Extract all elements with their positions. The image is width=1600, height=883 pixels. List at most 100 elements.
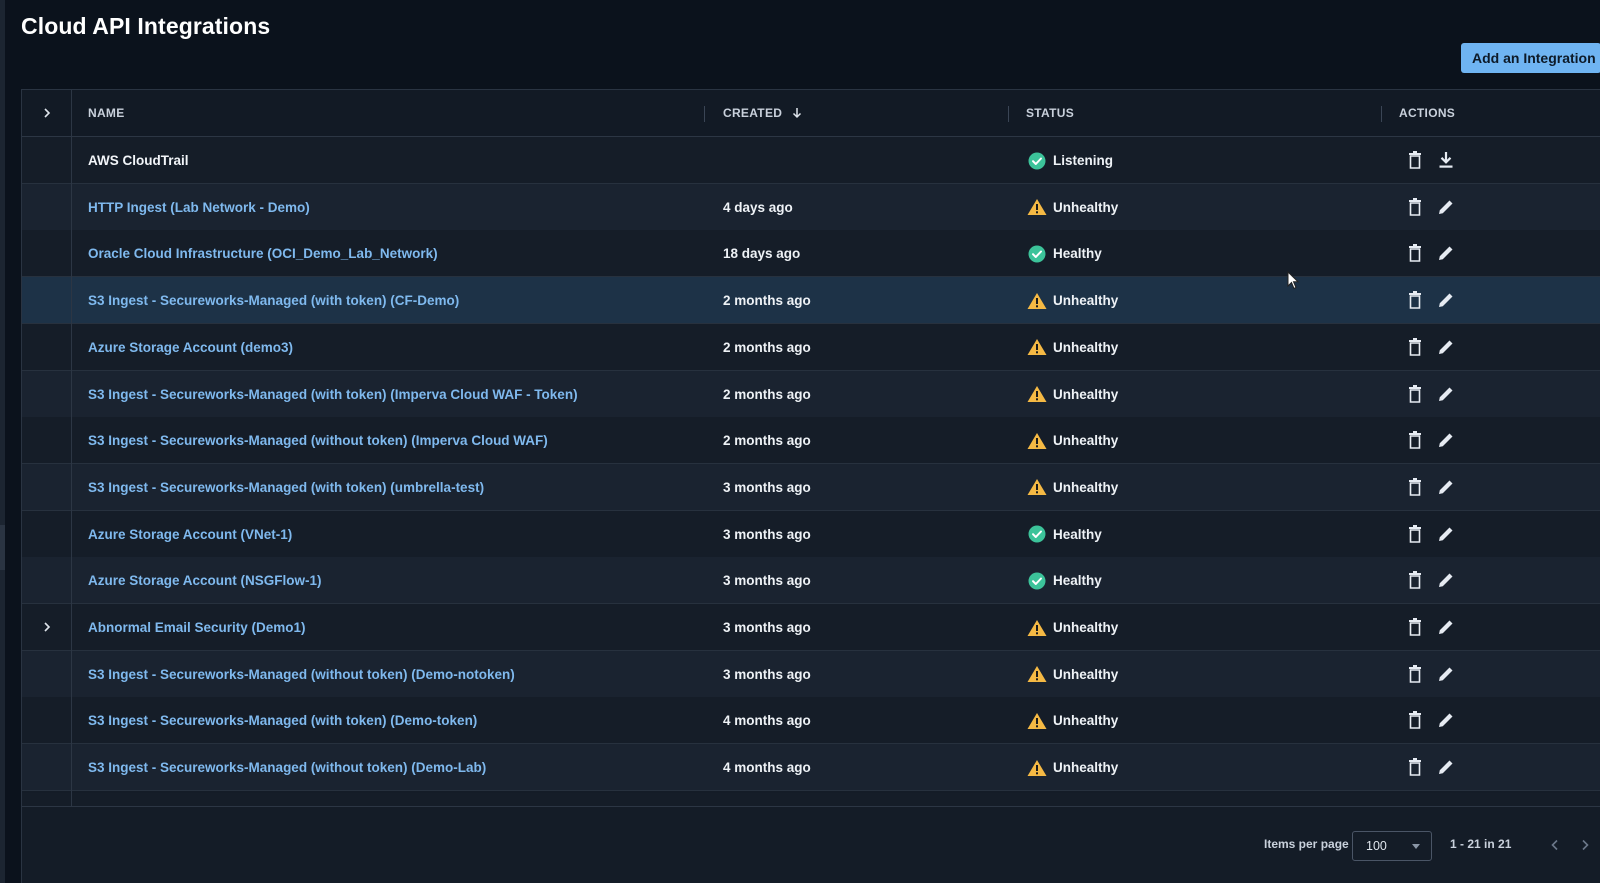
status-text: Healthy [1053,246,1102,262]
pagination-range: 1 - 21 in 21 [1450,837,1512,851]
pencil-icon[interactable] [1436,524,1456,544]
pencil-icon[interactable] [1436,617,1456,637]
table-row[interactable]: Oracle Cloud Infrastructure (OCI_Demo_La… [22,230,1600,278]
pencil-icon[interactable] [1436,430,1456,450]
status-indicator: Unhealthy [1027,464,1118,511]
pencil-icon[interactable] [1436,664,1456,684]
trash-icon[interactable] [1405,524,1425,544]
integration-name-link[interactable]: S3 Ingest - Secureworks-Managed (with to… [88,277,459,324]
warning-triangle-icon [1027,337,1047,357]
chevron-left-icon[interactable] [1547,837,1563,853]
pencil-icon[interactable] [1436,243,1456,263]
table-row[interactable]: S3 Ingest - Secureworks-Managed (with to… [22,370,1600,418]
integration-name-link[interactable]: S3 Ingest - Secureworks-Managed (without… [88,651,515,698]
column-header-name[interactable]: NAME [88,90,125,137]
table-row[interactable]: S3 Ingest - Secureworks-Managed (with to… [22,463,1600,511]
column-header-status[interactable]: STATUS [1026,90,1074,137]
trash-icon[interactable] [1405,337,1425,357]
trash-icon[interactable] [1405,710,1425,730]
status-indicator: Unhealthy [1027,324,1118,371]
status-text: Healthy [1053,526,1102,542]
trash-icon[interactable] [1405,384,1425,404]
items-per-page-label: Items per page [1264,837,1349,851]
trash-icon[interactable] [1405,150,1425,170]
status-indicator: Unhealthy [1027,651,1118,698]
expand-all-chevron-icon[interactable] [37,103,57,123]
table-row[interactable]: AWS CloudTrail Listening [22,137,1600,184]
column-header-created[interactable]: CREATED [723,90,802,137]
integration-name-link[interactable]: S3 Ingest - Secureworks-Managed (without… [88,744,486,791]
trash-icon[interactable] [1405,757,1425,777]
warning-triangle-icon [1027,384,1047,404]
trash-icon[interactable] [1405,243,1425,263]
integration-name-link[interactable]: Azure Storage Account (demo3) [88,324,293,371]
integration-name-link[interactable]: Abnormal Email Security (Demo1) [88,604,306,651]
created-date: 18 days ago [723,246,801,262]
pencil-icon[interactable] [1436,384,1456,404]
column-header-actions: ACTIONS [1399,106,1456,120]
integration-name-link[interactable]: S3 Ingest - Secureworks-Managed (with to… [88,464,484,511]
left-panel-edge [0,0,5,883]
status-indicator: Healthy [1027,230,1102,277]
table-footer: Items per page 100 1 - 21 in 21 [22,806,1600,883]
warning-triangle-icon [1027,758,1047,778]
status-text: Unhealthy [1053,293,1119,309]
table-row[interactable]: S3 Ingest - Secureworks-Managed (with to… [22,277,1600,325]
created-date: 2 months ago [723,339,811,355]
created-date: 3 months ago [723,620,811,635]
table-row[interactable]: Abnormal Email Security (Demo1) 3 months … [22,604,1600,651]
page-title: Cloud API Integrations [21,13,271,39]
status-indicator: Unhealthy [1027,371,1118,418]
chevron-right-icon[interactable] [37,617,57,637]
status-indicator: Healthy [1027,511,1102,558]
integration-name-link[interactable]: S3 Ingest - Secureworks-Managed (without… [88,417,548,464]
table-row[interactable]: HTTP Ingest (Lab Network - Demo) 4 days a… [22,183,1600,231]
pencil-icon[interactable] [1436,570,1456,590]
integration-name-link[interactable]: S3 Ingest - Secureworks-Managed (with to… [88,371,578,418]
integration-name-link[interactable]: S3 Ingest - Secureworks-Managed (with to… [88,697,477,744]
table-row[interactable]: Azure Storage Account (demo3) 2 months ag… [22,323,1600,371]
pencil-icon[interactable] [1436,710,1456,730]
table-row[interactable]: S3 Ingest - Secureworks-Managed (with to… [22,697,1600,745]
left-panel-handle[interactable] [0,525,5,570]
warning-triangle-icon [1027,477,1047,497]
download-icon[interactable] [1436,150,1456,170]
trash-icon[interactable] [1405,197,1425,217]
status-indicator: Healthy [1027,557,1102,604]
pencil-icon[interactable] [1436,337,1456,357]
created-date: 4 months ago [723,760,811,776]
arrow-down-icon [792,108,801,119]
column-divider [704,106,705,122]
created-date: 4 days ago [723,199,793,215]
integration-name: AWS CloudTrail [88,153,189,168]
created-date: 2 months ago [723,293,811,309]
trash-icon[interactable] [1405,477,1425,497]
items-per-page-select[interactable]: 100 [1352,831,1432,861]
pencil-icon[interactable] [1436,197,1456,217]
integrations-table: NAME CREATED STATUS ACTIONS AWS CloudTra… [21,89,1600,883]
pencil-icon[interactable] [1436,290,1456,310]
integration-name-link[interactable]: Azure Storage Account (NSGFlow-1) [88,557,322,604]
pencil-icon[interactable] [1436,477,1456,497]
trash-icon[interactable] [1405,617,1425,637]
table-row[interactable]: Azure Storage Account (VNet-1) 3 months a… [22,510,1600,558]
trash-icon[interactable] [1405,664,1425,684]
table-row[interactable]: S3 Ingest - Secureworks-Managed (without… [22,650,1600,698]
integration-name-link[interactable]: HTTP Ingest (Lab Network - Demo) [88,184,310,231]
pencil-icon[interactable] [1436,757,1456,777]
trash-icon[interactable] [1405,290,1425,310]
table-row[interactable]: S3 Ingest - Secureworks-Managed (without… [22,417,1600,465]
chevron-right-icon[interactable] [1577,837,1593,853]
add-integration-button[interactable]: Add an Integration [1461,43,1600,73]
integration-name-link[interactable]: Azure Storage Account (VNet-1) [88,511,292,558]
integration-name-link[interactable]: Oracle Cloud Infrastructure (OCI_Demo_La… [88,230,438,277]
warning-triangle-icon [1027,291,1047,311]
trash-icon[interactable] [1405,570,1425,590]
check-circle-icon [1027,524,1047,544]
trash-icon[interactable] [1405,430,1425,450]
status-indicator: Unhealthy [1027,697,1118,744]
table-row[interactable]: Azure Storage Account (NSGFlow-1) 3 month… [22,557,1600,605]
table-row[interactable]: S3 Ingest - Secureworks-Managed (without… [22,744,1600,792]
created-date: 3 months ago [723,666,811,682]
warning-triangle-icon [1027,431,1047,451]
